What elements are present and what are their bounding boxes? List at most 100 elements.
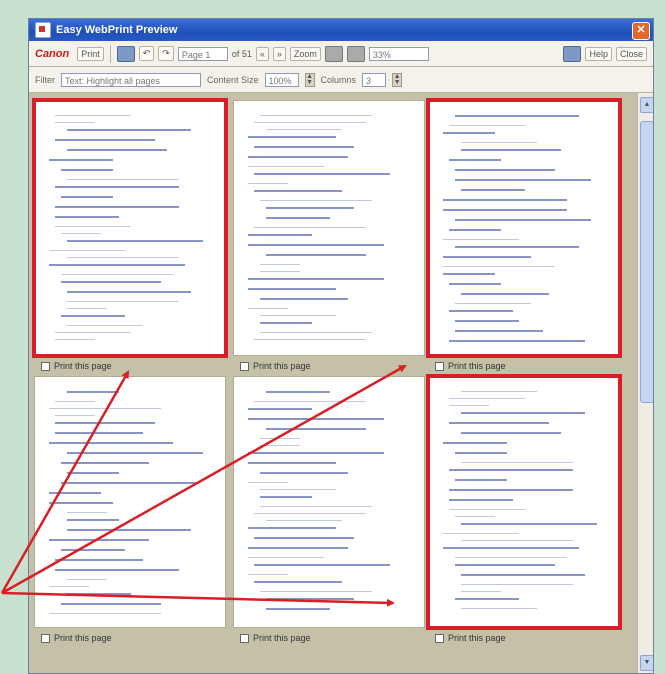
page-text-line xyxy=(49,613,161,614)
columns-stepper[interactable]: ▲ ▼ xyxy=(392,72,403,87)
zoom-in-icon[interactable] xyxy=(346,45,365,62)
print-page-checkbox-row[interactable]: Print this page xyxy=(240,361,311,371)
print-page-checkbox[interactable] xyxy=(240,633,249,643)
print-page-checkbox[interactable] xyxy=(240,361,249,371)
page-text-line xyxy=(443,256,531,258)
page-thumbnail[interactable] xyxy=(35,101,225,355)
page-text-line xyxy=(248,547,348,549)
page-thumbnail[interactable] xyxy=(429,101,619,355)
page-text-line xyxy=(455,516,495,517)
page-text-line xyxy=(254,513,366,514)
print-page-checkbox-row[interactable]: Print this page xyxy=(41,361,112,371)
page-text-line xyxy=(254,146,354,148)
preview-window: Easy WebPrint Preview ✕ Canon Print ↶ ↷ … xyxy=(28,18,654,674)
page-text-line xyxy=(61,274,173,275)
page-text-line xyxy=(461,293,549,295)
print-button[interactable]: Print xyxy=(77,46,104,61)
page-text-line xyxy=(266,520,342,521)
page-text-line xyxy=(67,391,119,393)
scroll-thumb[interactable] xyxy=(640,121,653,403)
columns-label: Columns xyxy=(320,74,357,85)
page-text-line xyxy=(455,219,591,221)
page-count: of 51 xyxy=(231,48,252,59)
vertical-scrollbar[interactable]: ▲ ▼ xyxy=(637,93,653,673)
page-text-line xyxy=(461,523,597,525)
page-text-line xyxy=(55,422,155,424)
redo-button[interactable]: ↷ xyxy=(158,46,174,61)
page-text-line xyxy=(443,199,567,201)
zoom-field[interactable]: 33% xyxy=(368,46,429,61)
print-page-checkbox-row[interactable]: Print this page xyxy=(41,633,112,643)
page-text-line xyxy=(461,149,561,151)
page-text-line xyxy=(55,226,131,227)
page-text-line xyxy=(449,159,501,161)
page-thumbnail[interactable] xyxy=(35,377,225,627)
scroll-up-button[interactable]: ▲ xyxy=(640,97,653,113)
page-number-field[interactable]: Page 1 xyxy=(177,46,228,61)
columns-field[interactable]: 3 xyxy=(362,72,387,87)
page-text-line xyxy=(449,229,501,231)
page-text-line xyxy=(455,330,543,332)
page-thumbnail[interactable] xyxy=(429,377,619,627)
page-text-line xyxy=(260,438,300,439)
page-setup-icon[interactable] xyxy=(116,45,135,62)
filter-label: Filter xyxy=(35,74,55,85)
previous-page-button[interactable]: « xyxy=(255,46,269,61)
page-thumbnail[interactable] xyxy=(234,377,424,627)
page-text-line xyxy=(248,557,324,558)
page-text-line xyxy=(449,398,525,399)
next-page-button[interactable]: » xyxy=(272,46,286,61)
print-page-label: Print this page xyxy=(253,361,311,371)
page-text-line xyxy=(455,246,579,248)
page-text-line xyxy=(248,183,288,184)
print-page-checkbox-row[interactable]: Print this page xyxy=(435,361,506,371)
page-text-line xyxy=(55,115,131,116)
print-page-checkbox-row[interactable]: Print this page xyxy=(435,633,506,643)
page-text-line xyxy=(55,186,179,188)
page-text-line xyxy=(461,189,525,191)
page-text-line xyxy=(455,115,579,117)
page-text-line xyxy=(67,472,119,474)
scroll-down-button[interactable]: ▼ xyxy=(640,655,653,671)
print-page-checkbox-row[interactable]: Print this page xyxy=(240,633,311,643)
close-window-button[interactable]: ✕ xyxy=(632,22,650,40)
page-text-line xyxy=(248,244,384,246)
print-page-label: Print this page xyxy=(54,361,112,371)
print-page-label: Print this page xyxy=(54,633,112,643)
content-size-field[interactable]: 100% xyxy=(264,72,299,87)
page-text-line xyxy=(49,539,149,541)
filter-input[interactable]: Text: Highlight all pages xyxy=(61,72,201,87)
page-text-line xyxy=(49,586,89,587)
undo-button[interactable]: ↶ xyxy=(138,46,155,61)
toolbar-right: Help Close xyxy=(563,45,653,62)
page-text-line xyxy=(455,557,567,558)
page-text-line xyxy=(67,593,131,595)
content-size-stepper[interactable]: ▲ ▼ xyxy=(304,72,315,87)
close-button[interactable]: Close xyxy=(615,46,647,61)
page-text-line xyxy=(461,391,537,392)
print-page-checkbox[interactable] xyxy=(41,633,50,643)
page-text-line xyxy=(55,139,155,141)
page-text-line xyxy=(67,129,191,131)
page-text-line xyxy=(461,142,537,143)
page-text-line xyxy=(254,401,366,402)
zoom-button[interactable]: Zoom xyxy=(289,46,321,61)
page-text-line xyxy=(461,432,561,434)
print-page-checkbox[interactable] xyxy=(435,361,444,371)
page-text-line xyxy=(260,271,300,272)
page-text-line xyxy=(248,234,312,236)
page-text-line xyxy=(67,519,119,521)
page-thumbnail[interactable] xyxy=(234,101,424,355)
page-text-line xyxy=(260,332,372,333)
page-text-line xyxy=(461,574,585,576)
print-page-checkbox[interactable] xyxy=(41,361,50,371)
help-icon[interactable] xyxy=(563,45,582,62)
print-page-label: Print this page xyxy=(253,633,311,643)
zoom-out-icon[interactable] xyxy=(324,45,343,62)
page-text-line xyxy=(248,156,348,158)
page-text-line xyxy=(455,479,507,481)
help-button[interactable]: Help xyxy=(585,46,612,61)
page-text-line xyxy=(248,574,288,575)
page-text-line xyxy=(55,206,179,208)
print-page-checkbox[interactable] xyxy=(435,633,444,643)
